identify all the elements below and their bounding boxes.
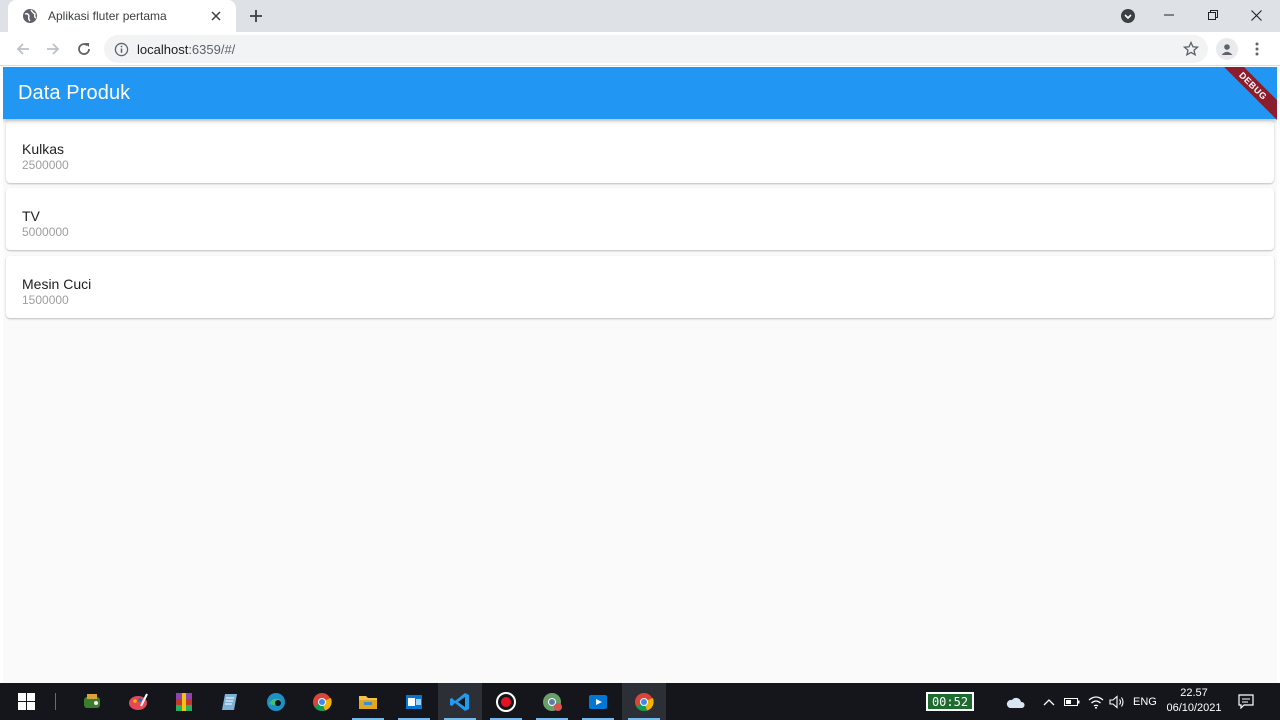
browser-tab[interactable]: Aplikasi fluter pertama — [8, 0, 236, 32]
list-item[interactable]: TV 5000000 — [6, 188, 1274, 250]
list-item[interactable]: Kulkas 2500000 — [6, 121, 1274, 183]
globe-icon — [22, 8, 38, 24]
volume-icon[interactable] — [1108, 683, 1126, 720]
flutter-app: Data Produk DEBUG Kulkas 2500000 TV 5000… — [3, 67, 1277, 683]
clock-date: 06/10/2021 — [1166, 702, 1222, 714]
winrar-icon[interactable] — [162, 683, 206, 720]
record-icon[interactable] — [484, 683, 528, 720]
product-price: 2500000 — [22, 158, 69, 172]
notification-icon[interactable] — [1236, 683, 1256, 720]
paint-icon[interactable] — [116, 683, 160, 720]
battery-icon[interactable] — [1063, 683, 1081, 720]
outlook-icon[interactable] — [392, 683, 436, 720]
info-icon[interactable] — [114, 42, 129, 57]
more-menu-icon[interactable] — [1247, 38, 1267, 60]
game-icon[interactable] — [70, 683, 114, 720]
taskbar-separator — [55, 693, 56, 710]
notepad-icon[interactable] — [208, 683, 252, 720]
onedrive-icon[interactable] — [1004, 683, 1026, 720]
tab-search-icon[interactable] — [1118, 6, 1138, 26]
minimize-button[interactable] — [1147, 0, 1191, 30]
product-name: TV — [22, 208, 40, 224]
start-icon[interactable] — [4, 683, 48, 720]
product-name: Kulkas — [22, 141, 65, 157]
url-text: localhost:6359/#/ — [137, 41, 236, 57]
app-bar: Data Produk — [3, 67, 1277, 119]
back-button[interactable] — [11, 37, 35, 61]
chrome-dev-icon[interactable] — [530, 683, 574, 720]
tab-title: Aplikasi fluter pertama — [48, 9, 167, 23]
clock-time: 22.57 — [1180, 687, 1208, 699]
chevron-up-icon[interactable] — [1041, 683, 1057, 720]
product-name: Mesin Cuci — [22, 276, 92, 292]
recorder-timer[interactable]: 00:52 — [926, 692, 974, 711]
restore-button[interactable] — [1191, 0, 1235, 30]
tab-strip: Aplikasi fluter pertama — [0, 0, 1280, 32]
chrome-icon[interactable] — [300, 683, 344, 720]
edge-icon[interactable] — [254, 683, 298, 720]
list-item[interactable]: Mesin Cuci 1500000 — [6, 256, 1274, 318]
wifi-icon[interactable] — [1087, 683, 1105, 720]
language-indicator[interactable]: ENG — [1133, 683, 1157, 720]
media-icon[interactable] — [576, 683, 620, 720]
bookmark-star-icon[interactable] — [1182, 40, 1200, 58]
windows-taskbar: 00:52 ENG 22.57 06/10/2021 — [0, 683, 1280, 720]
address-bar[interactable]: localhost:6359/#/ — [104, 35, 1208, 63]
file-explorer-icon[interactable] — [346, 683, 390, 720]
forward-button[interactable] — [41, 37, 65, 61]
profile-avatar-icon[interactable] — [1216, 38, 1238, 60]
page-title: Data Produk — [18, 81, 131, 104]
browser-toolbar: localhost:6359/#/ — [0, 32, 1280, 66]
vscode-icon[interactable] — [438, 683, 482, 720]
product-price: 1500000 — [22, 293, 69, 307]
reload-button[interactable] — [72, 37, 96, 61]
close-icon[interactable] — [206, 6, 226, 26]
product-price: 5000000 — [22, 225, 69, 239]
chrome-active-icon[interactable] — [622, 683, 666, 720]
new-tab-button[interactable] — [244, 4, 268, 28]
taskbar-clock[interactable]: 22.57 06/10/2021 — [1160, 686, 1228, 716]
close-window-button[interactable] — [1234, 0, 1278, 30]
